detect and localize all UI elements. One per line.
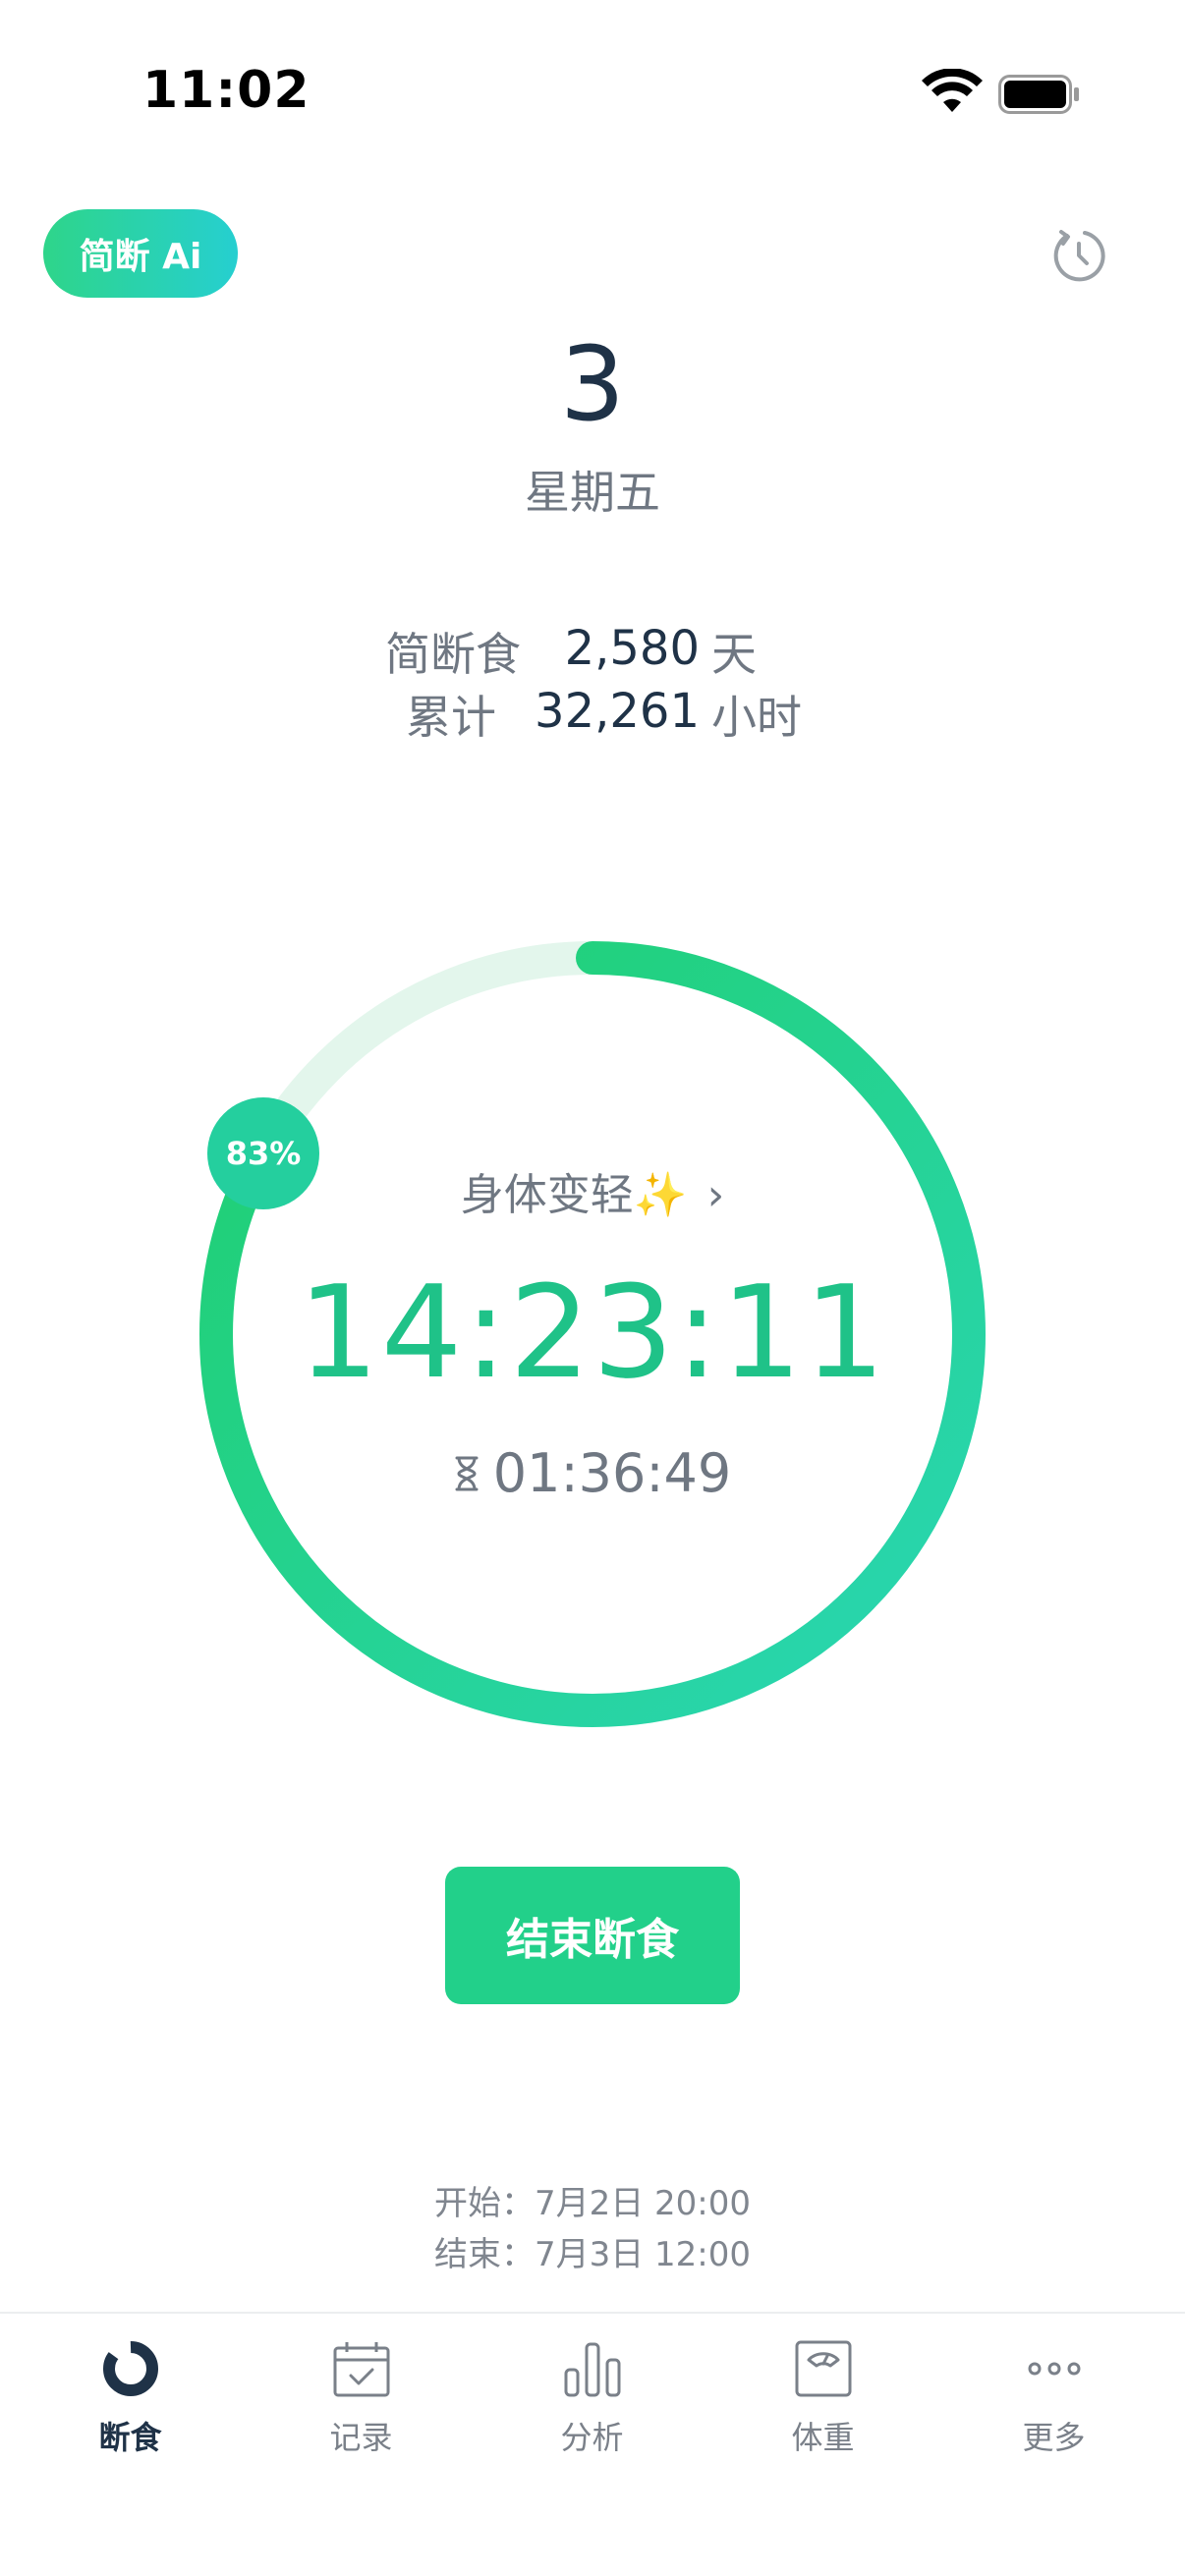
more-dots-icon xyxy=(1028,2362,1080,2376)
days-unit: 天 xyxy=(711,628,757,681)
history-icon[interactable] xyxy=(1049,226,1108,285)
hourglass-icon xyxy=(455,1456,479,1490)
tab-records[interactable]: 记录 xyxy=(243,2328,480,2476)
tab-label: 断食 xyxy=(98,2419,162,2456)
days-value: 2,580 xyxy=(564,621,700,676)
remaining-time: 01:36:49 xyxy=(0,1442,1185,1504)
tab-label: 更多 xyxy=(1022,2419,1086,2456)
ai-assistant-button[interactable]: 简断 Ai xyxy=(43,209,238,298)
calendar-check-icon xyxy=(333,2342,389,2397)
start-time: 开始：7月2日 20:00 xyxy=(433,2184,752,2223)
chevron-right-icon: › xyxy=(706,1170,725,1220)
day-number: 3 xyxy=(559,324,626,444)
end-time: 结束：7月3日 12:00 xyxy=(433,2235,752,2274)
tab-label: 分析 xyxy=(560,2419,624,2456)
wifi-icon xyxy=(922,69,983,112)
tab-fasting[interactable]: 断食 xyxy=(12,2328,249,2476)
tab-more[interactable]: 更多 xyxy=(935,2328,1172,2476)
fasting-ring-icon xyxy=(102,2340,158,2396)
hours-value: 32,261 xyxy=(535,684,700,739)
tab-analysis[interactable]: 分析 xyxy=(474,2328,710,2476)
phase-label: 身体变轻✨ xyxy=(460,1170,688,1220)
tab-label: 记录 xyxy=(329,2419,393,2456)
fasting-phase-link[interactable]: 身体变轻✨ › xyxy=(0,1159,1185,1222)
hours-label: 累计 xyxy=(406,691,496,744)
hours-unit: 小时 xyxy=(711,691,802,744)
scale-icon xyxy=(795,2340,851,2397)
remaining-value: 01:36:49 xyxy=(492,1442,732,1504)
tab-weight[interactable]: 体重 xyxy=(705,2328,941,2476)
end-fast-button[interactable]: 结束断食 xyxy=(445,1867,740,2004)
status-time: 11:02 xyxy=(142,61,310,120)
tab-label: 体重 xyxy=(791,2419,855,2456)
days-label: 简断食 xyxy=(385,628,521,681)
elapsed-timer: 14:23:11 xyxy=(298,1258,887,1407)
tabbar-divider xyxy=(0,2312,1185,2314)
battery-icon xyxy=(998,75,1079,114)
weekday-label: 星期五 xyxy=(525,466,660,519)
bar-chart-icon xyxy=(564,2342,620,2397)
